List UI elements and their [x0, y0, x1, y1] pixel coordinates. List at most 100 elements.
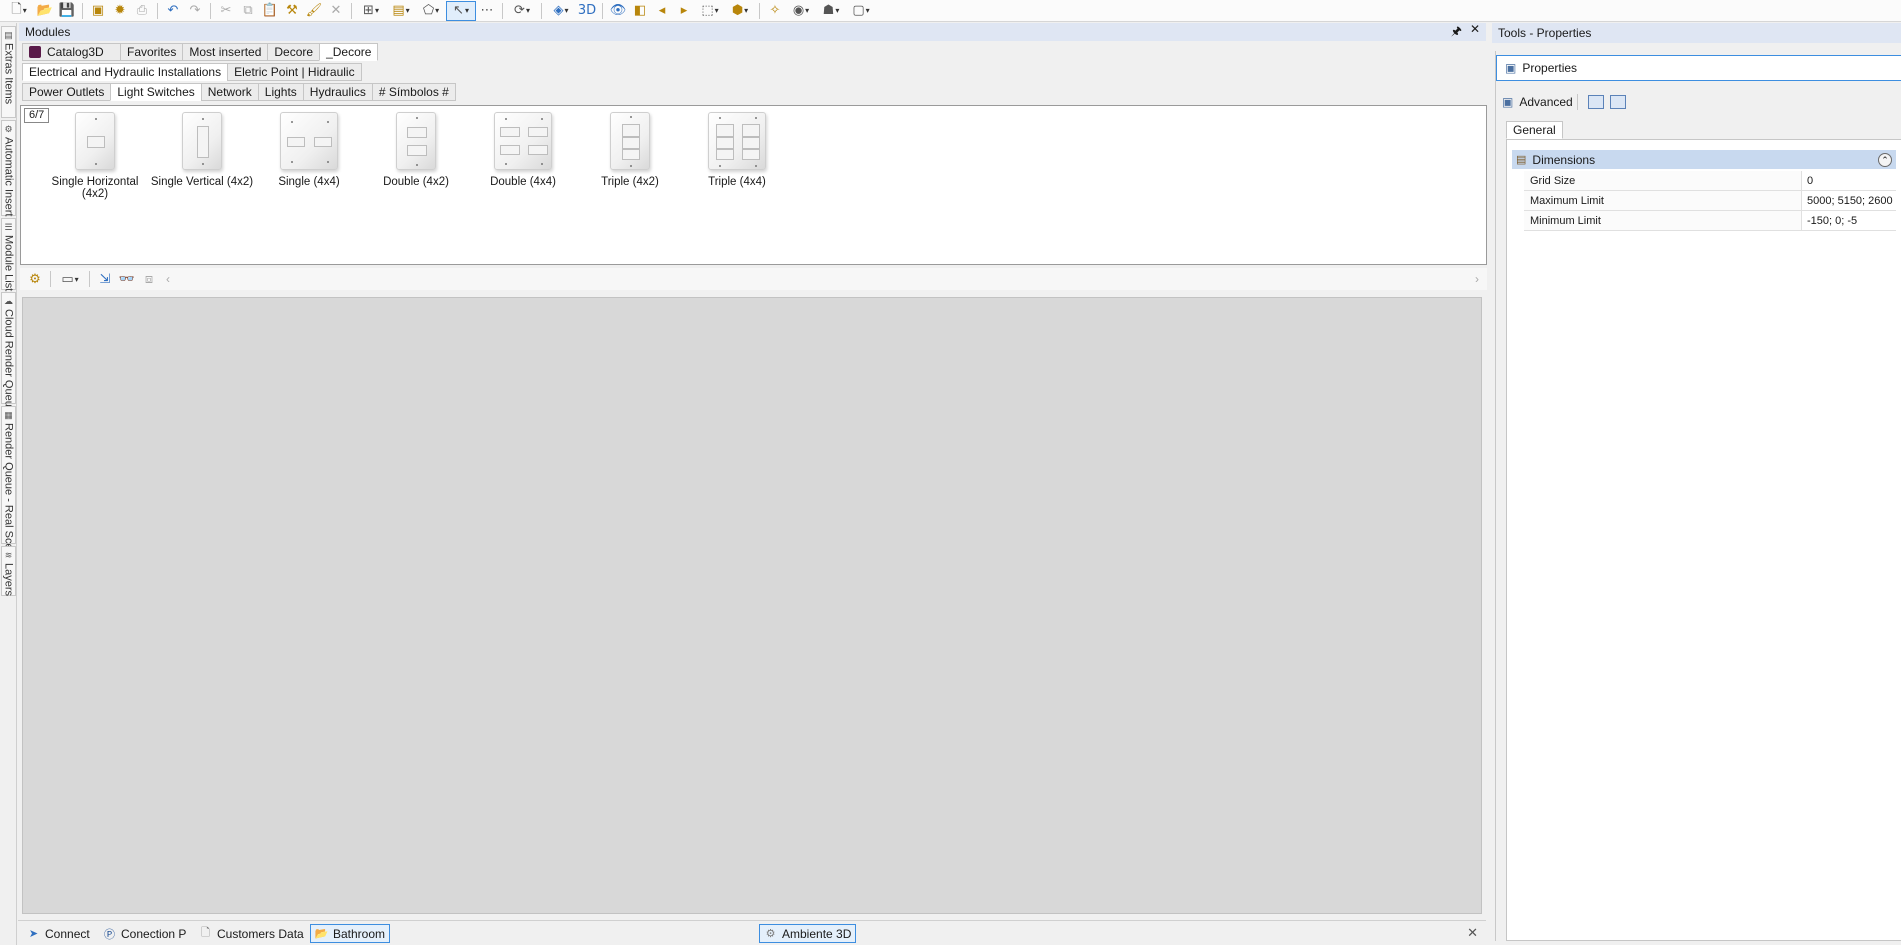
light-switch-thumbnail	[708, 112, 766, 170]
ruler-icon[interactable]: ▭	[55, 269, 85, 289]
tab-catalog3d[interactable]: Catalog3D	[22, 43, 120, 61]
tab-label: Decore	[274, 45, 314, 59]
tab-network[interactable]: Network	[200, 83, 258, 101]
module-single-horizontal-4x2[interactable]: Single Horizontal (4x2)	[43, 112, 147, 200]
modules-panel-title: Modules	[25, 25, 71, 39]
close-icon[interactable]: ✕	[1467, 925, 1478, 941]
side-tab-render-queue-real-scene[interactable]: ▦ Render Queue - Real Scene	[1, 406, 16, 562]
tab-customers-data[interactable]: 🗋 Customers Data	[195, 924, 308, 943]
catalog3d-icon	[29, 46, 41, 58]
eye-icon[interactable]: 👁	[607, 1, 629, 21]
tab-electrical-hydraulic[interactable]: Electrical and Hydraulic Installations	[22, 63, 228, 81]
paste-icon[interactable]: 📋	[259, 1, 281, 21]
tab-underscore-decore[interactable]: _Decore	[319, 43, 379, 61]
property-value[interactable]: 0	[1802, 171, 1896, 190]
side-tab-automatic-insert[interactable]: ⚙ Automatic Insert	[1, 120, 16, 216]
scroll-left-icon[interactable]: ‹	[166, 272, 170, 286]
property-row-maximum-limit[interactable]: Maximum Limit 5000; 5150; 2600	[1524, 191, 1896, 211]
property-value[interactable]: -150; 0; -5	[1802, 211, 1896, 230]
tab-decore[interactable]: Decore	[267, 43, 320, 61]
tab-light-switches[interactable]: Light Switches	[110, 83, 201, 101]
view-front-icon[interactable]: ◧	[629, 1, 651, 21]
module-triple-4x2[interactable]: Triple (4x2)	[578, 112, 682, 188]
measure-icon[interactable]: ⋯	[476, 1, 498, 21]
arrow-left-icon[interactable]: ◂	[651, 1, 673, 21]
module-triple-4x4[interactable]: Triple (4x4)	[685, 112, 789, 188]
save-icon[interactable]: 💾	[56, 1, 78, 21]
light-switch-thumbnail	[494, 112, 552, 170]
tab-hydraulics[interactable]: Hydraulics	[302, 83, 372, 101]
camera-icon[interactable]: ◉	[786, 1, 816, 21]
main-toolbar: 🗋 📂 💾 ▣ ✹ ⎙ ↶ ↷ ✂ ⧉ 📋 ⚒ 🖌 ✕ ⊞ ▤ ⬠ ↖ ⋯ ⟳ …	[0, 0, 1901, 22]
module-label: Double (4x4)	[490, 176, 556, 188]
view-3d-icon[interactable]: 3D	[576, 1, 598, 21]
collapse-icon[interactable]: ⌃	[1878, 152, 1892, 167]
catalog-icon[interactable]: ▣	[87, 1, 109, 21]
property-row-grid-size[interactable]: Grid Size 0	[1524, 171, 1896, 191]
module-single-4x4[interactable]: Single (4x4)	[257, 112, 361, 188]
shape-icon[interactable]: ⬠	[416, 1, 446, 21]
render-icon[interactable]: ✹	[109, 1, 131, 21]
print-icon[interactable]: ⎙	[131, 1, 153, 21]
delete-icon[interactable]: ✕	[325, 1, 347, 21]
wall-icon[interactable]: ▤	[386, 1, 416, 21]
toolbar-separator	[1576, 94, 1578, 110]
tab-conection-p[interactable]: Ⓟ Conection P	[99, 924, 190, 943]
hammer-icon[interactable]: ⚒	[281, 1, 303, 21]
tab-favorites[interactable]: Favorites	[120, 43, 183, 61]
property-value[interactable]: 5000; 5150; 2600	[1802, 191, 1896, 210]
open-folder-icon[interactable]: 📂	[34, 1, 56, 21]
property-category-dimensions[interactable]: ▤ Dimensions ⌃	[1512, 150, 1896, 169]
close-icon[interactable]: ✕	[1470, 22, 1480, 43]
tab-connect[interactable]: ➤ Connect	[23, 924, 94, 943]
tab-general[interactable]: General	[1506, 121, 1563, 139]
insert-object-icon[interactable]: ⊞	[356, 1, 386, 21]
module-double-4x4[interactable]: Double (4x4)	[471, 112, 575, 188]
redo-icon[interactable]: ↷	[184, 1, 206, 21]
advanced-mode-button[interactable]: Advanced	[1519, 95, 1572, 109]
tab-simbolos[interactable]: # Símbolos #	[371, 83, 456, 101]
scroll-right-icon[interactable]: ›	[1475, 272, 1479, 286]
paint-roller-icon[interactable]: 🖌	[303, 1, 325, 21]
tab-label: Eletric Point | Hidraulic	[234, 65, 355, 79]
side-tab-extras-items[interactable]: ▤ Extras Items	[1, 26, 16, 118]
cut-icon[interactable]: ✂	[215, 1, 237, 21]
module-label: Double (4x2)	[383, 176, 449, 188]
tab-bathroom[interactable]: 📂 Bathroom	[310, 924, 391, 943]
snapshot-icon[interactable]: ▢	[846, 1, 876, 21]
properties-header-label: Properties	[1522, 61, 1578, 75]
properties-tabs: General	[1506, 121, 1563, 139]
module-label: Triple (4x4)	[708, 176, 766, 188]
tab-eletric-point-hidraulic[interactable]: Eletric Point | Hidraulic	[227, 63, 362, 81]
undo-icon[interactable]: ↶	[162, 1, 184, 21]
module-single-vertical-4x2[interactable]: Single Vertical (4x2)	[150, 112, 254, 188]
group-icon[interactable]: ⧈	[138, 269, 160, 289]
import-icon[interactable]: ⇲	[94, 269, 116, 289]
properties-header[interactable]: ▣ Properties	[1496, 55, 1901, 81]
alphabetical-view-icon[interactable]	[1609, 95, 1626, 109]
module-double-4x2[interactable]: Double (4x2)	[364, 112, 468, 188]
3d-viewport[interactable]	[22, 297, 1482, 914]
side-tab-layers[interactable]: ≋ Layers	[1, 546, 16, 596]
property-row-minimum-limit[interactable]: Minimum Limit -150; 0; -5	[1524, 211, 1896, 231]
rotate-icon[interactable]: ⟳	[507, 1, 537, 21]
tab-ambiente-3d[interactable]: ⚙ Ambiente 3D	[759, 924, 857, 943]
side-tab-cloud-render-queue[interactable]: ☁ Cloud Render Queue	[1, 292, 16, 413]
categorized-view-icon[interactable]	[1587, 95, 1604, 109]
arrow-right-icon[interactable]: ▸	[673, 1, 695, 21]
copy-icon[interactable]: ⧉	[237, 1, 259, 21]
tab-most-inserted[interactable]: Most inserted	[182, 43, 268, 61]
layers-stack-icon[interactable]: ◈	[546, 1, 576, 21]
pin-icon[interactable]: 🖈	[1451, 22, 1462, 43]
binoculars-icon[interactable]: 👓	[116, 269, 138, 289]
user-camera-icon[interactable]: ☗	[816, 1, 846, 21]
new-file-icon[interactable]: 🗋	[4, 1, 34, 21]
tab-power-outlets[interactable]: Power Outlets	[22, 83, 111, 101]
select-pointer-icon[interactable]: ↖	[446, 0, 476, 21]
tab-lights[interactable]: Lights	[257, 83, 303, 101]
catalog-settings-icon[interactable]: ⚙	[24, 269, 46, 289]
cube-icon[interactable]: ⬢	[725, 1, 755, 21]
side-tab-module-list[interactable]: ☰ Module List	[1, 218, 16, 291]
view-box-icon[interactable]: ⬚	[695, 1, 725, 21]
magic-wand-icon[interactable]: ✧	[764, 1, 786, 21]
